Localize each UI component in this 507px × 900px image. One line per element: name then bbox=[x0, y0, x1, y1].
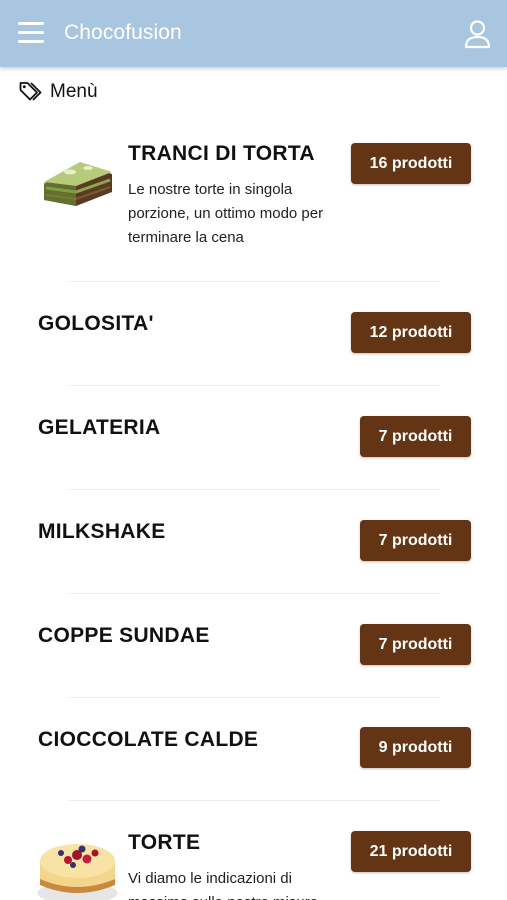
user-account-icon[interactable] bbox=[464, 19, 491, 49]
category-description: Le nostre torte in singola porzione, un … bbox=[128, 181, 324, 246]
product-count-badge[interactable]: 7 prodotti bbox=[360, 416, 471, 457]
hamburger-menu-icon[interactable] bbox=[18, 22, 44, 44]
category-item-cioccolate-calde[interactable]: CIOCCOLATE CALDE 9 prodotti bbox=[0, 698, 507, 800]
category-item-golosita[interactable]: GOLOSITA' 12 prodotti bbox=[0, 282, 507, 384]
product-count-badge[interactable]: 9 prodotti bbox=[360, 727, 471, 768]
category-item-coppe-sundae[interactable]: COPPE SUNDAE 7 prodotti bbox=[0, 594, 507, 696]
pistachio-cake-slice-image bbox=[44, 162, 112, 206]
category-name: GOLOSITA' bbox=[38, 312, 154, 335]
category-name: CIOCCOLATE CALDE bbox=[38, 728, 259, 751]
category-name: GELATERIA bbox=[38, 416, 161, 439]
menu-section-header: Menù bbox=[19, 80, 98, 104]
category-description: Vi diamo le indicazioni di massima sulle… bbox=[128, 870, 318, 900]
product-count-badge[interactable]: 21 prodotti bbox=[351, 831, 471, 872]
category-item-milkshake[interactable]: MILKSHAKE 7 prodotti bbox=[0, 490, 507, 592]
product-count-badge[interactable]: 7 prodotti bbox=[360, 520, 471, 561]
product-count-badge[interactable]: 12 prodotti bbox=[351, 312, 471, 353]
product-count-badge[interactable]: 16 prodotti bbox=[351, 143, 471, 184]
app-title: Chocofusion bbox=[64, 21, 182, 44]
category-name: MILKSHAKE bbox=[38, 520, 166, 543]
category-item-tranci-di-torta[interactable]: TRANCI DI TORTA Le nostre torte in singo… bbox=[0, 130, 507, 280]
top-app-bar: Chocofusion bbox=[0, 0, 507, 67]
tag-icon bbox=[19, 82, 42, 101]
section-title: Menù bbox=[50, 81, 98, 102]
category-item-torte[interactable]: TORTE Vi diamo le indicazioni di massima… bbox=[0, 801, 507, 900]
product-count-badge[interactable]: 7 prodotti bbox=[360, 624, 471, 665]
category-item-gelateria[interactable]: GELATERIA 7 prodotti bbox=[0, 386, 507, 488]
category-name: COPPE SUNDAE bbox=[38, 624, 210, 647]
berry-cheesecake-image bbox=[37, 844, 118, 900]
category-name: TRANCI DI TORTA bbox=[128, 142, 315, 165]
category-name: TORTE bbox=[128, 831, 201, 854]
